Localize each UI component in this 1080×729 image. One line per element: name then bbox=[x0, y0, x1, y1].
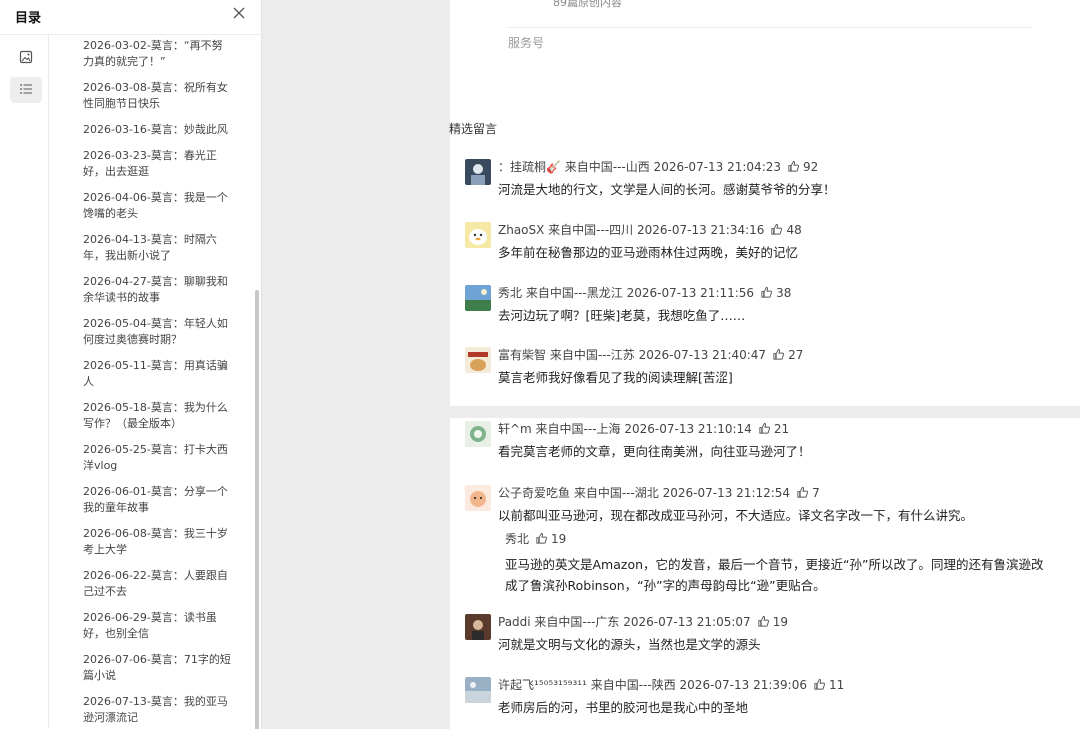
toc-scrollbar[interactable] bbox=[255, 290, 259, 729]
comment-text: 老师房后的河，书里的胶河也是我心中的圣地 bbox=[498, 700, 749, 715]
toc-title: 目录 bbox=[15, 11, 42, 26]
toc-item[interactable]: 2026-03-08-莫言：祝所有女性同胞节日快乐 bbox=[83, 80, 233, 112]
avatar[interactable] bbox=[465, 347, 491, 373]
original-count: 89篇原创内容 bbox=[553, 0, 622, 9]
comment-meta: ZhaoSX 来自中国---四川 2026-07-13 21:34:16 48 bbox=[498, 221, 802, 238]
like-button[interactable]: 21 bbox=[758, 422, 789, 436]
comment-user[interactable]: 轩^m 来自中国---上海 2026-07-13 21:10:14 bbox=[498, 420, 752, 437]
close-icon[interactable] bbox=[231, 5, 247, 21]
avatar[interactable] bbox=[465, 421, 491, 447]
toc-rail bbox=[0, 35, 49, 729]
comments-title: 精选留言 bbox=[449, 122, 498, 136]
toc-panel: 目录 2026-03-02-莫言：“再不努力真的就完了！” 2026-03-08… bbox=[0, 0, 262, 729]
thumbs-up-icon bbox=[536, 532, 548, 544]
comment-meta: Paddi 来自中国---广东 2026-07-13 21:05:07 19 bbox=[498, 613, 788, 630]
thumbs-up-icon bbox=[771, 223, 783, 235]
like-count: 48 bbox=[786, 222, 802, 237]
reply-meta: 秀北 19 bbox=[505, 530, 566, 547]
comment-user[interactable]: ZhaoSX 来自中国---四川 2026-07-13 21:34:16 bbox=[498, 221, 764, 238]
thumbs-up-icon bbox=[761, 286, 773, 298]
toc-item[interactable]: 2026-05-04-莫言：年轻人如何度过奥德赛时期？ bbox=[83, 316, 233, 348]
like-button[interactable]: 48 bbox=[770, 222, 802, 237]
comment-text: 多年前在秘鲁那边的亚马逊雨林住过两晚，美好的记忆 bbox=[498, 245, 799, 260]
toc-item[interactable]: 2026-05-11-莫言：用真话骗人 bbox=[83, 358, 233, 390]
reply-user[interactable]: 秀北 bbox=[505, 530, 529, 547]
toc-item[interactable]: 2026-04-27-莫言：聊聊我和余华读书的故事 bbox=[83, 274, 233, 306]
like-button[interactable]: 38 bbox=[760, 286, 791, 300]
comment-meta: 秀北 来自中国---黑龙江 2026-07-13 21:11:56 38 bbox=[498, 284, 791, 301]
comment-meta: 公子奇爱吃鱼 来自中国---湖北 2026-07-13 21:12:54 7 bbox=[498, 484, 820, 501]
thumbs-up-icon bbox=[758, 615, 769, 627]
comment-text: 莫言老师我好像看见了我的阅读理解[苦涩] bbox=[498, 370, 733, 385]
toc-item[interactable]: 2026-03-02-莫言：“再不努力真的就完了！” bbox=[83, 38, 233, 70]
toc-list: 2026-03-02-莫言：“再不努力真的就完了！” 2026-03-08-莫言… bbox=[48, 35, 261, 729]
comment-meta: 富有柴智 来自中国---江苏 2026-07-13 21:40:47 27 bbox=[498, 346, 803, 363]
thumbs-up-icon bbox=[788, 160, 800, 172]
toc-item[interactable]: 2026-07-06-莫言：71字的短篇小说 bbox=[83, 652, 233, 684]
list-view-button[interactable] bbox=[10, 77, 42, 103]
comment-user[interactable]: Paddi 来自中国---广东 2026-07-13 21:05:07 bbox=[498, 613, 751, 630]
toc-item[interactable]: 2026-05-18-莫言：我为什么写作？（最全版本） bbox=[83, 400, 233, 432]
avatar[interactable] bbox=[465, 222, 491, 248]
comment-user[interactable]: 秀北 来自中国---黑龙江 2026-07-13 21:11:56 bbox=[498, 284, 754, 301]
toc-item[interactable]: 2026-03-16-莫言：妙哉此风 bbox=[83, 122, 233, 138]
avatar[interactable] bbox=[465, 677, 491, 703]
avatar[interactable] bbox=[465, 285, 491, 311]
comment-text: 以前都叫亚马逊河，现在都改成亚马孙河，不大适应。译文名字改一下，有什么讲究。 bbox=[498, 508, 974, 523]
like-count: 19 bbox=[551, 531, 567, 546]
like-button[interactable]: 19 bbox=[535, 532, 566, 546]
like-button[interactable]: 11 bbox=[813, 678, 844, 692]
image-view-button[interactable] bbox=[10, 45, 42, 71]
thumbs-up-icon bbox=[814, 678, 825, 690]
like-button[interactable]: 92 bbox=[787, 160, 818, 174]
comment-text: 去河边玩了啊？[旺柴]老莫，我想吃鱼了…… bbox=[498, 308, 746, 323]
comment-text: 河就是文明与文化的源头，当然也是文学的源头 bbox=[498, 637, 761, 652]
thumbs-up-icon bbox=[797, 486, 809, 498]
comment-text: 看完莫言老师的文章，更向往南美洲，向往亚马逊河了！ bbox=[498, 444, 811, 459]
comment-user[interactable]: 富有柴智 来自中国---江苏 2026-07-13 21:40:47 bbox=[498, 346, 766, 363]
comment-meta: ：挂疏桐🎸 来自中国---山西 2026-07-13 21:04:23 92 bbox=[498, 158, 818, 175]
like-button[interactable]: 19 bbox=[757, 615, 788, 629]
list-icon bbox=[19, 81, 33, 100]
toc-item[interactable]: 2026-06-01-莫言：分享一个我的童年故事 bbox=[83, 484, 233, 516]
like-button[interactable]: 7 bbox=[796, 486, 820, 500]
like-count: 27 bbox=[788, 347, 804, 362]
like-count: 92 bbox=[803, 159, 819, 174]
avatar[interactable] bbox=[465, 159, 491, 185]
avatar[interactable] bbox=[465, 614, 491, 640]
toc-item[interactable]: 2026-04-13-莫言：时隔六年，我出新小说了 bbox=[83, 232, 233, 264]
like-button[interactable]: 27 bbox=[772, 348, 803, 362]
toc-item[interactable]: 2026-06-08-莫言：我三十岁考上大学 bbox=[83, 526, 233, 558]
like-count: 11 bbox=[828, 677, 845, 692]
comment-meta: 许起飞¹⁵⁰⁵³¹⁵⁹³¹¹ 来自中国---陕西 2026-07-13 21:3… bbox=[498, 676, 844, 693]
toc-item[interactable]: 2026-04-06-莫言：我是一个馋嘴的老头 bbox=[83, 190, 233, 222]
toc-item[interactable]: 2026-06-29-莫言：读书虽好，也别全信 bbox=[83, 610, 233, 642]
toc-item[interactable]: 2026-03-23-莫言：春光正好，出去逛逛 bbox=[83, 148, 233, 180]
avatar[interactable] bbox=[465, 485, 491, 511]
image-icon bbox=[19, 49, 33, 68]
like-count: 21 bbox=[773, 421, 790, 436]
comment-meta: 轩^m 来自中国---上海 2026-07-13 21:10:14 21 bbox=[498, 420, 789, 437]
toc-item[interactable]: 2026-07-13-莫言：我的亚马逊河漂流记 bbox=[83, 694, 233, 726]
toc-item[interactable]: 2026-06-22-莫言：人要跟自己过不去 bbox=[83, 568, 233, 600]
divider bbox=[508, 27, 1032, 28]
reply-text: 亚马逊的英文是Amazon，它的发音，最后一个音节，更接近“孙”所以改了。同理的… bbox=[505, 557, 1044, 593]
toc-item[interactable]: 2026-05-25-莫言：打卡大西洋vlog bbox=[83, 442, 233, 474]
toc-header: 目录 bbox=[0, 0, 261, 35]
comment-user[interactable]: ：挂疏桐🎸 来自中国---山西 2026-07-13 21:04:23 bbox=[498, 158, 781, 175]
thumbs-up-icon bbox=[773, 348, 785, 360]
like-count: 19 bbox=[772, 614, 788, 629]
account-type: 服务号 bbox=[508, 36, 545, 50]
comment-user[interactable]: 公子奇爱吃鱼 来自中国---湖北 2026-07-13 21:12:54 bbox=[498, 484, 790, 501]
comment-user[interactable]: 许起飞¹⁵⁰⁵³¹⁵⁹³¹¹ 来自中国---陕西 2026-07-13 21:3… bbox=[498, 676, 807, 693]
like-count: 38 bbox=[776, 285, 792, 300]
like-count: 7 bbox=[812, 485, 820, 500]
thumbs-up-icon bbox=[759, 422, 770, 434]
comment-text: 河流是大地的行文，文学是人间的长河。感谢莫爷爷的分享！ bbox=[498, 182, 836, 197]
